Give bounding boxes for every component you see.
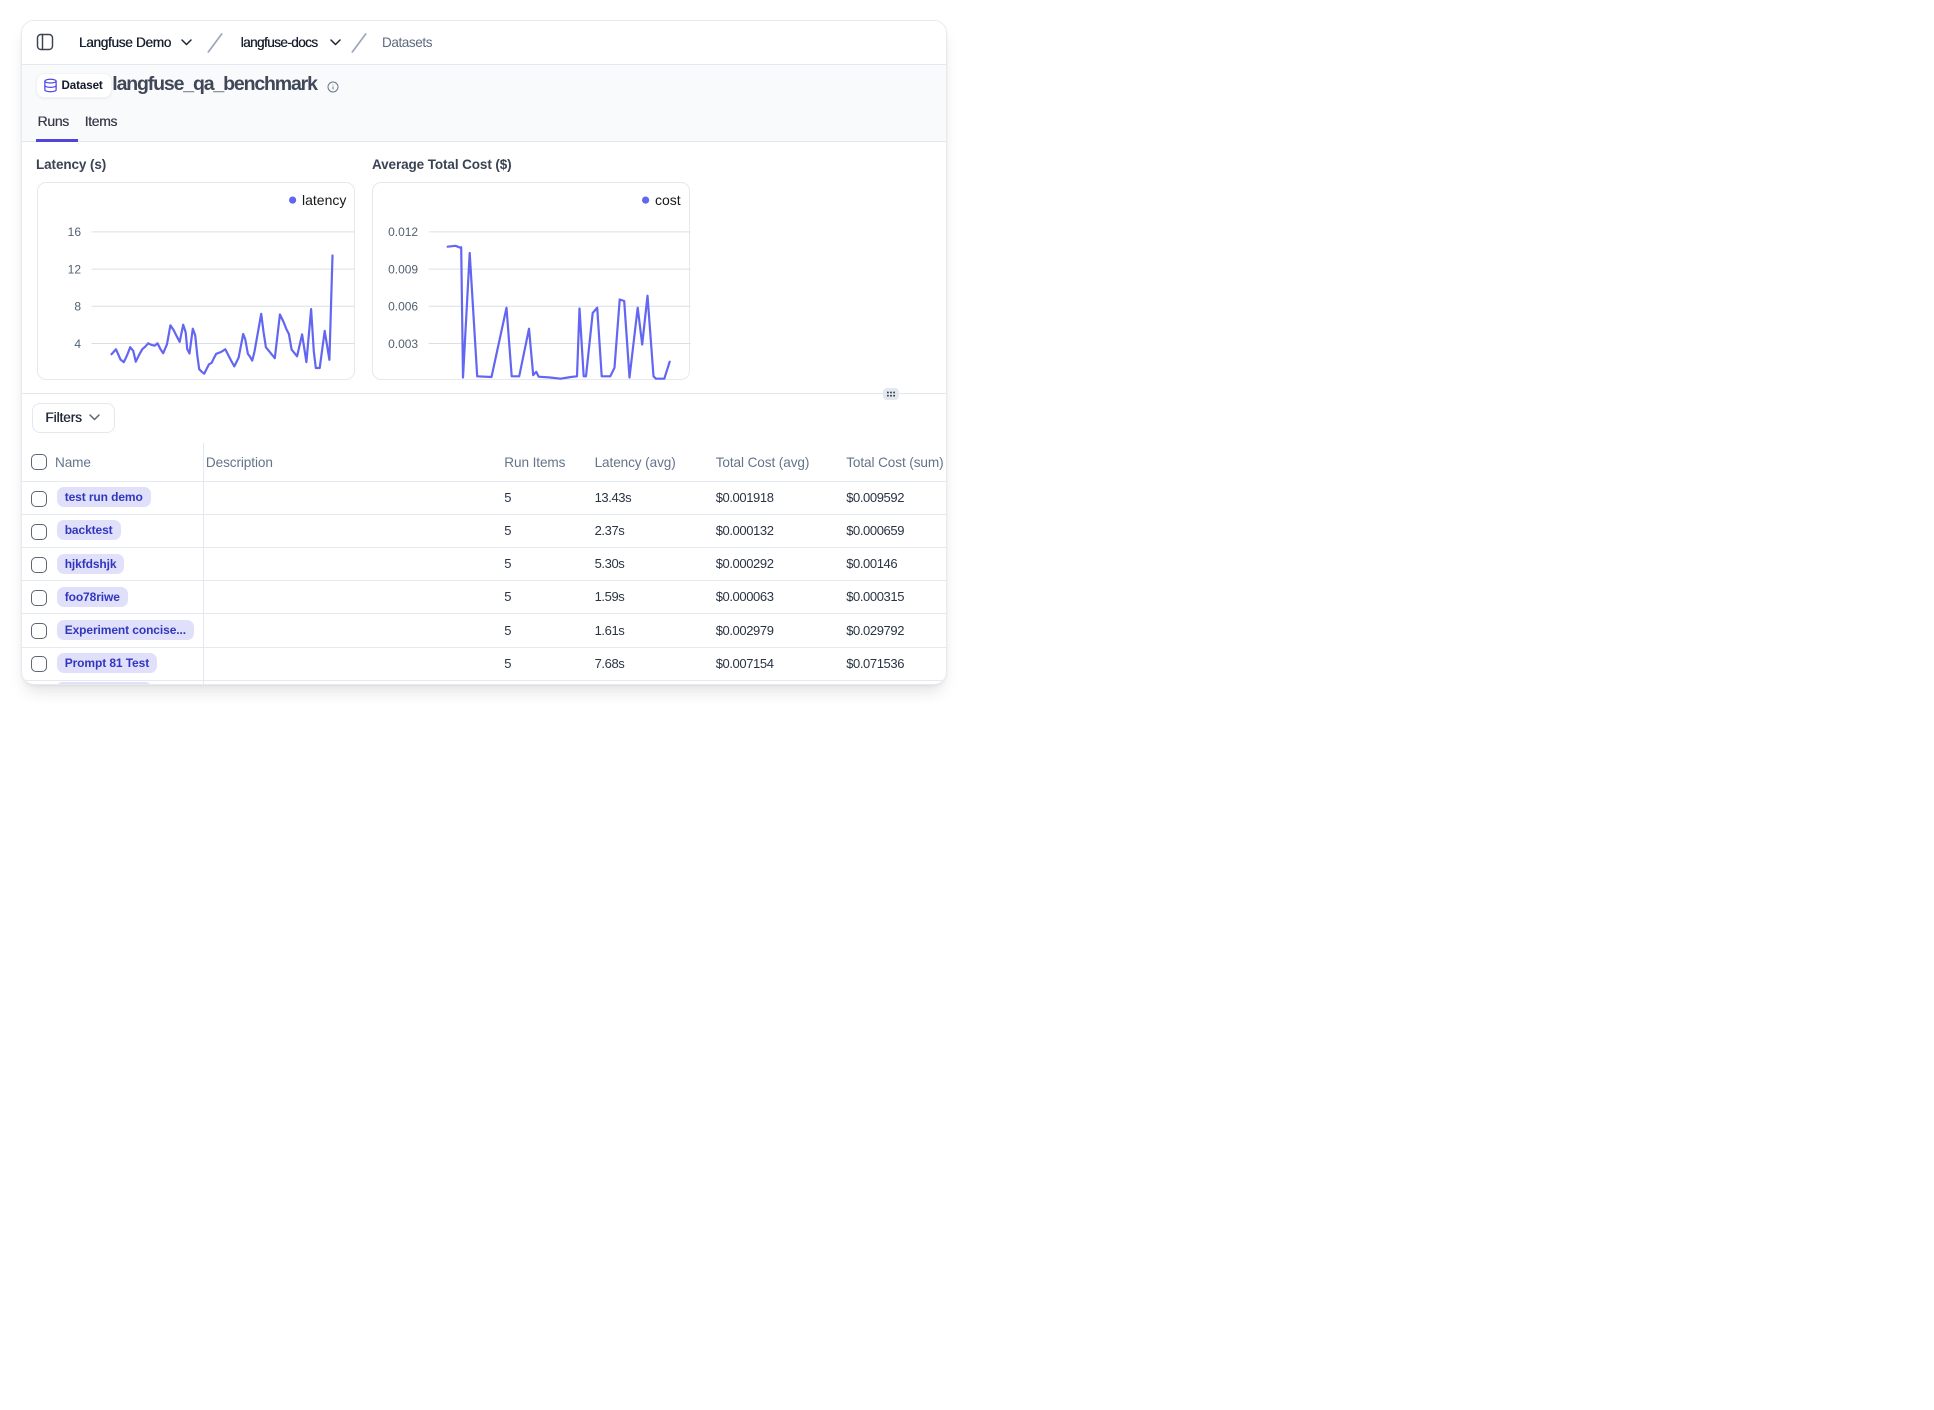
svg-text:0.012: 0.012 [388, 225, 418, 239]
svg-text:latency: latency [302, 192, 346, 208]
svg-text:cost: cost [655, 192, 681, 208]
svg-text:16: 16 [68, 225, 82, 239]
svg-text:4: 4 [74, 337, 81, 351]
svg-text:0.009: 0.009 [388, 262, 418, 276]
svg-text:12: 12 [68, 262, 82, 276]
svg-text:8: 8 [74, 300, 81, 314]
svg-text:0.006: 0.006 [388, 300, 418, 314]
svg-text:0.003: 0.003 [388, 337, 418, 351]
